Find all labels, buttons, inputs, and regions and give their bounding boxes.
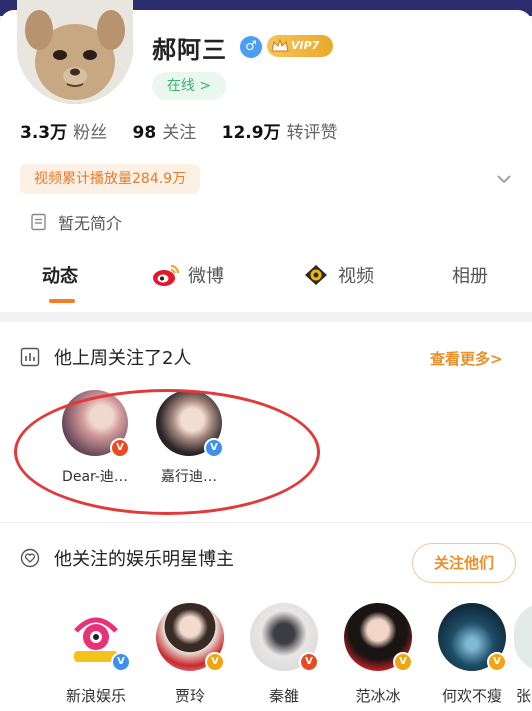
celebrity-follows-card: 他关注的娱乐明星博主 关注他们 V 新浪娱乐 V 贾玲 V 秦雒 V 范冰冰 V… [0,522,532,711]
tab-posts[interactable]: 动态 [42,262,78,288]
celebrity-list: V 新浪娱乐 V 贾玲 V 秦雒 V 范冰冰 V 何欢不瘦 [60,603,508,706]
bar-chart-icon [20,347,40,367]
recent-follows-title: 他上周关注了2人 [54,348,192,369]
tab-weibo[interactable]: 微博 [152,262,224,288]
verified-badge-icon: V [111,652,131,672]
list-item[interactable]: V 贾玲 [154,603,226,706]
verified-badge-icon: V [393,652,413,672]
interactions-label: 转评赞 [286,123,338,143]
verified-badge-icon: V [487,652,507,672]
tab-posts-label: 动态 [42,266,78,287]
user-avatar: V [156,603,225,672]
online-status[interactable]: 在线 > [152,72,226,100]
video-icon [305,265,327,285]
recent-follows-header: 他上周关注了2人 [20,344,191,370]
following-count[interactable]: 98 [133,123,157,143]
chevron-down-icon[interactable] [495,170,513,188]
list-item[interactable]: V 何欢不瘦 [436,603,508,706]
tab-album[interactable]: 相册 [452,262,488,288]
user-name: 范冰冰 [355,687,401,705]
bio-text: 暂无简介 [58,214,123,233]
heart-circle-icon [20,548,40,568]
followers-label: 粉丝 [73,123,108,143]
user-name: 秦雒 [268,687,299,705]
user-name: 贾玲 [174,687,205,705]
tab-video-label: 视频 [338,266,374,287]
celebrity-header: 他关注的娱乐明星博主 [20,545,234,571]
weibo-icon [153,264,180,286]
user-avatar: V [62,603,131,672]
partial-user-avatar[interactable] [514,603,532,671]
vip-label: VIP7 [291,39,320,52]
male-gender-icon: ♂ [240,36,262,58]
crown-icon [271,38,289,52]
video-play-count-badge[interactable]: 视频累计播放量284.9万 [20,164,201,194]
profile-stats: 3.3万 粉丝 98 关注 12.9万 转评赞 [20,118,358,143]
list-item[interactable]: V 秦雒 [248,603,320,706]
following-label: 关注 [162,123,197,143]
partial-user-name: 张 [516,687,532,705]
vip-badge[interactable]: VIP7 [267,35,333,57]
see-more-link[interactable]: 查看更多> [430,348,503,369]
tab-video[interactable]: 视频 [302,262,374,288]
list-item[interactable]: V 范冰冰 [342,603,414,706]
user-avatar: V [344,603,413,672]
username: 郝阿三 [152,36,227,64]
verified-badge-icon: V [299,652,319,672]
user-name: 何欢不瘦 [441,687,502,705]
tab-weibo-label: 微博 [188,266,224,287]
bio: 暂无简介 [30,210,122,234]
list-item[interactable]: V 新浪娱乐 [60,603,132,706]
user-avatar: V [250,603,319,672]
follow-them-button[interactable]: 关注他们 [412,543,516,583]
profile-tabs: 动态 微博 视频 相册 [0,254,532,304]
interactions-count[interactable]: 12.9万 [222,123,281,143]
user-name: 新浪娱乐 [65,687,126,705]
user-avatar: V [438,603,507,672]
followers-count[interactable]: 3.3万 [20,123,67,143]
red-circle-annotation [14,389,320,515]
celebrity-title: 他关注的娱乐明星博主 [54,549,234,570]
active-tab-indicator [49,299,75,303]
verified-badge-icon: V [205,652,225,672]
document-icon [31,213,46,231]
tab-album-label: 相册 [452,266,488,287]
